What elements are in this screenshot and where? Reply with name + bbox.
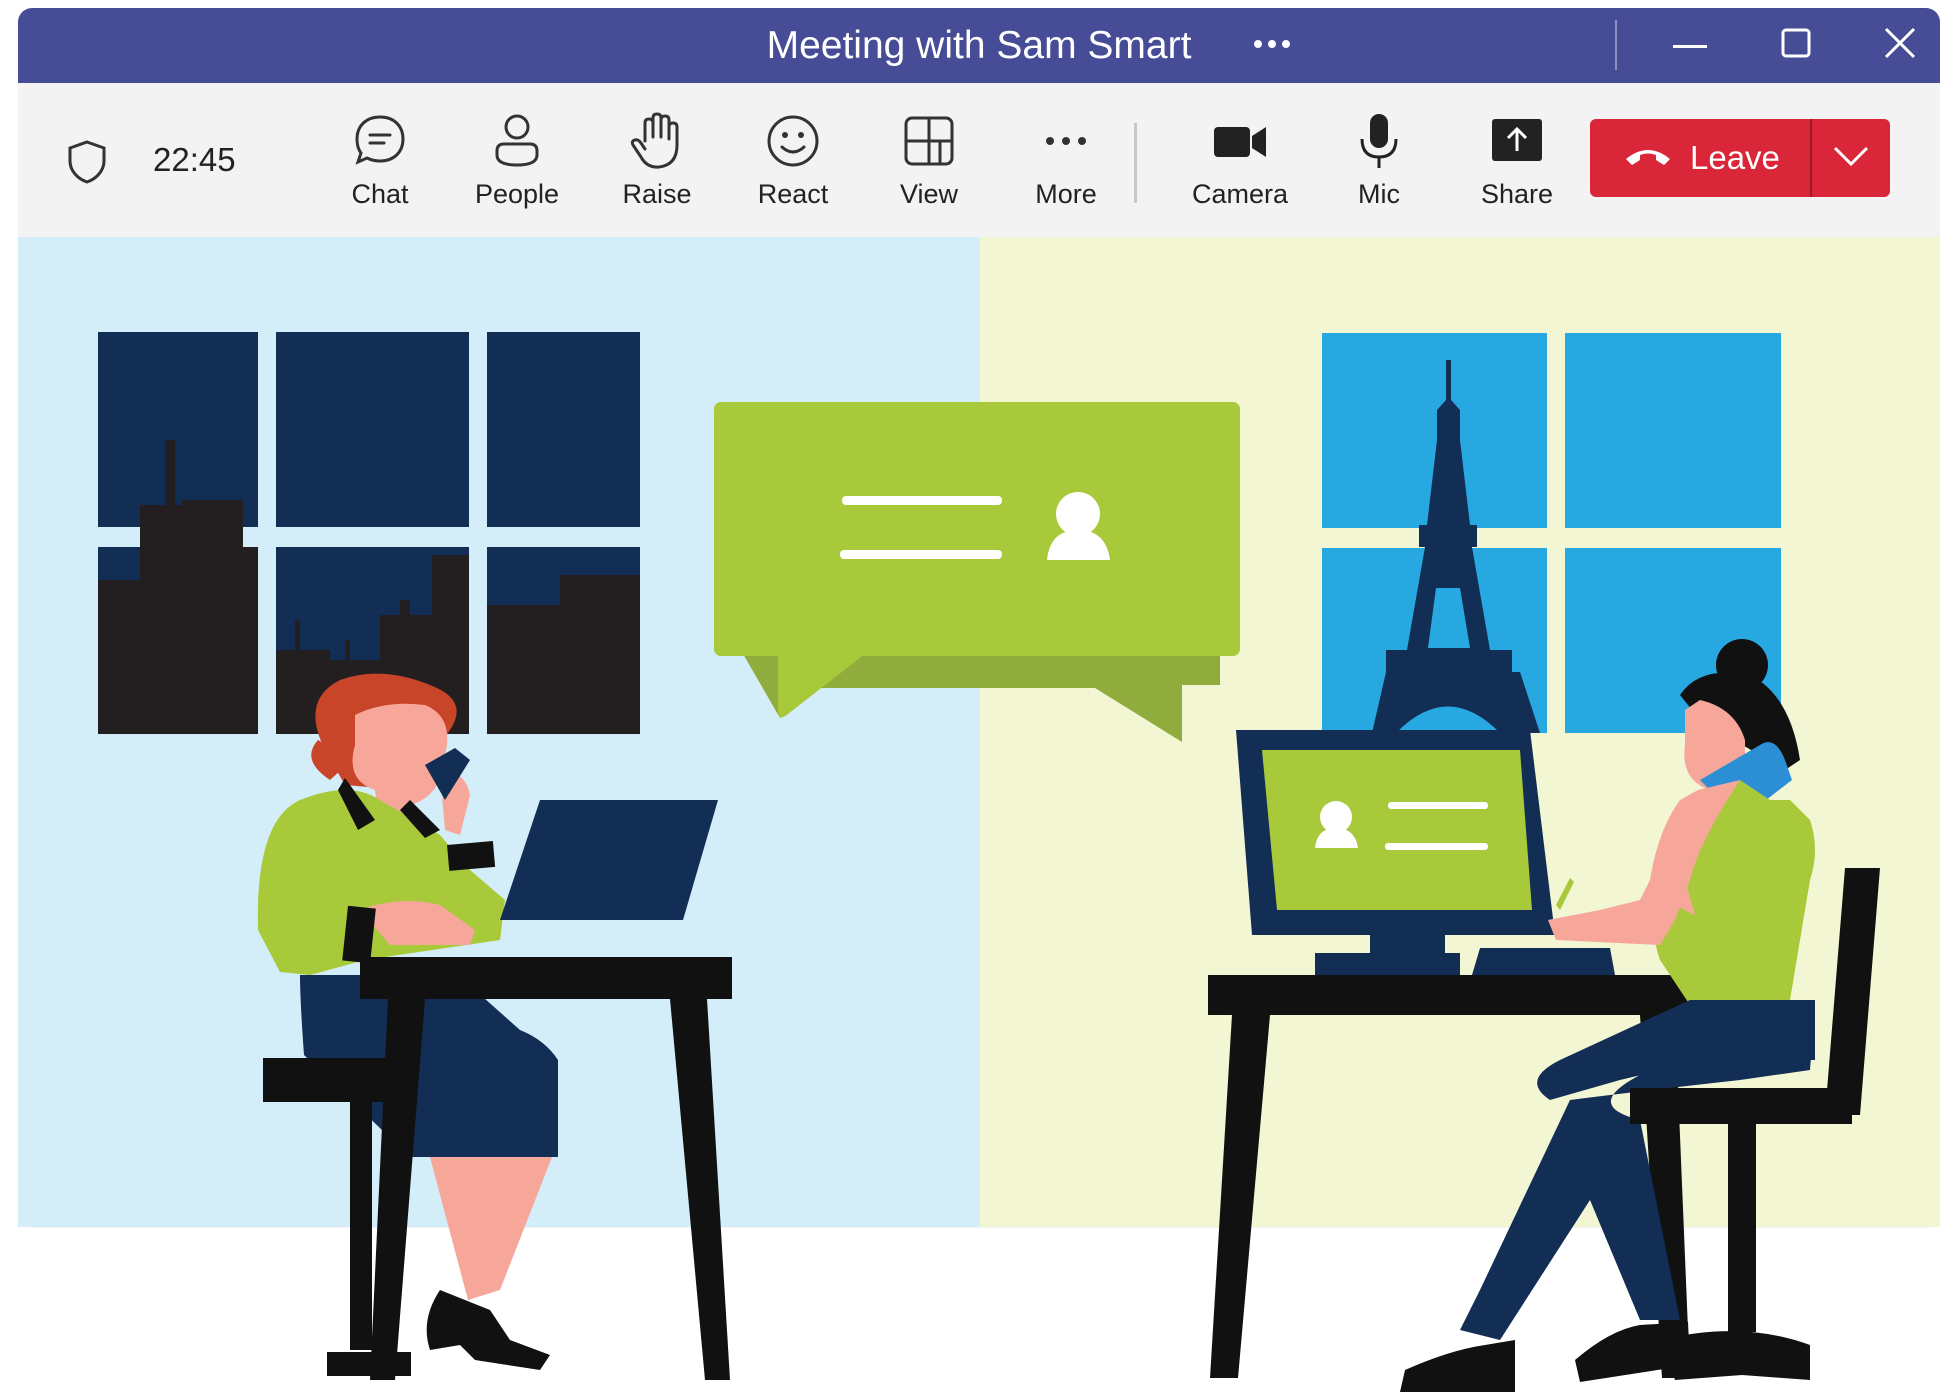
- people-button[interactable]: People: [457, 111, 577, 231]
- shield-icon[interactable]: [66, 139, 108, 190]
- minimize-icon: [1673, 37, 1707, 55]
- raise-hand-icon: [597, 111, 717, 171]
- more-options-icon: [1252, 37, 1292, 55]
- more-options-button[interactable]: [1230, 8, 1314, 83]
- minimize-button[interactable]: [1648, 8, 1732, 83]
- react-label: React: [757, 179, 829, 209]
- camera-label: Camera: [1191, 179, 1289, 209]
- meeting-timer: 22:45: [153, 141, 236, 178]
- hang-up-icon: [1624, 145, 1672, 172]
- mic-label: Mic: [1358, 179, 1400, 209]
- chat-icon: [320, 111, 440, 171]
- mic-button[interactable]: Mic: [1319, 111, 1439, 231]
- view-button[interactable]: View: [869, 111, 989, 231]
- raise-hand-button[interactable]: Raise: [597, 111, 717, 231]
- maximize-icon: [1781, 28, 1811, 63]
- leave-button[interactable]: Leave: [1590, 119, 1810, 197]
- view-grid-icon: [869, 111, 989, 171]
- react-smiley-icon: [733, 111, 853, 171]
- share-button[interactable]: Share: [1457, 111, 1577, 231]
- close-icon: [1884, 27, 1916, 64]
- maximize-button[interactable]: [1754, 8, 1838, 83]
- leave-button-group: Leave: [1590, 119, 1890, 197]
- chevron-down-icon: [1832, 145, 1870, 172]
- leave-label: Leave: [1690, 139, 1780, 176]
- chat-label: Chat: [351, 179, 409, 209]
- toolbar-divider: [1134, 123, 1137, 203]
- close-button[interactable]: [1860, 8, 1940, 83]
- people-label: People: [474, 179, 560, 209]
- title-bar: Meeting with Sam Smart: [18, 8, 1940, 83]
- more-label: More: [1035, 179, 1097, 209]
- react-button[interactable]: React: [733, 111, 853, 231]
- raise-label: Raise: [622, 179, 692, 209]
- mic-icon: [1319, 111, 1439, 171]
- leave-options-button[interactable]: [1812, 119, 1890, 197]
- more-button[interactable]: More: [1006, 111, 1126, 231]
- share-icon: [1457, 111, 1577, 171]
- titlebar-divider: [1615, 20, 1617, 70]
- people-icon: [457, 111, 577, 171]
- chat-button[interactable]: Chat: [320, 111, 440, 231]
- view-label: View: [899, 179, 959, 209]
- camera-button[interactable]: Camera: [1180, 111, 1300, 231]
- more-icon: [1006, 111, 1126, 171]
- share-label: Share: [1480, 179, 1554, 209]
- meeting-window: Meeting with Sam Smart 22:45 Chat People…: [18, 8, 1940, 1228]
- camera-icon: [1180, 111, 1300, 171]
- meeting-toolbar: 22:45 Chat People Raise React View More …: [18, 83, 1940, 245]
